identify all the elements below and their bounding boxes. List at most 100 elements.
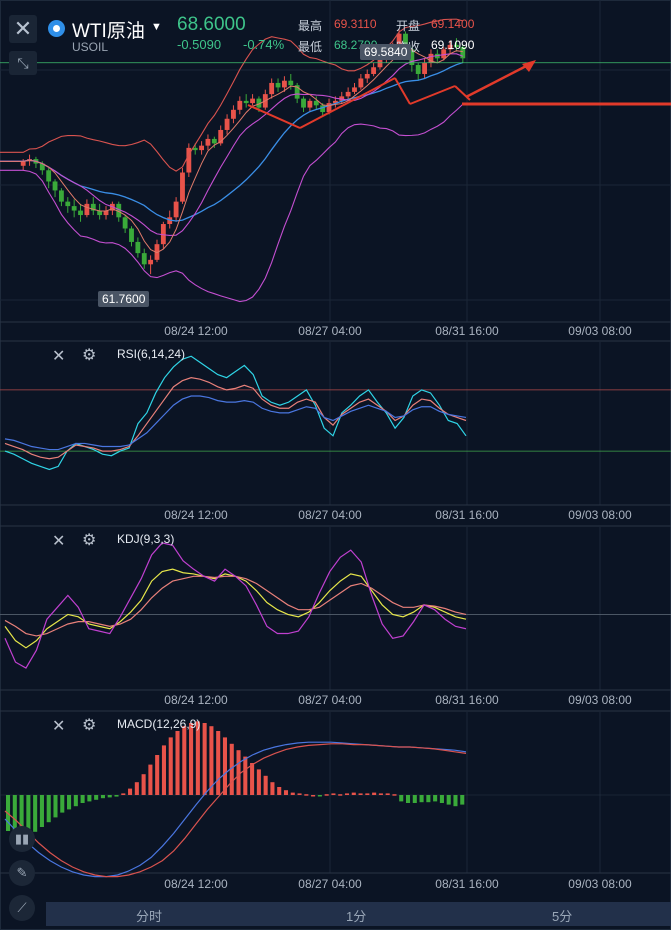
- high-value: 69.3110: [334, 17, 377, 31]
- symbol-name[interactable]: WTI原油: [72, 16, 145, 43]
- candle: [269, 82, 275, 95]
- macd-bar: [256, 769, 261, 795]
- close-icon[interactable]: ✕: [52, 531, 65, 551]
- candle: [211, 138, 217, 144]
- macd-bar: [270, 782, 275, 795]
- price-change-percent: -0.74%: [243, 37, 285, 52]
- candle: [180, 172, 185, 202]
- macd-title: MACD(12,26,9): [117, 717, 201, 731]
- candle: [243, 100, 249, 104]
- macd-dea-line: [4, 743, 467, 878]
- macd-bar: [168, 737, 173, 795]
- macd-bar: [46, 795, 51, 823]
- macd-bar: [53, 795, 58, 818]
- candle: [141, 253, 147, 265]
- bar-chart-icon[interactable]: ▮▮: [9, 826, 35, 852]
- candle: [78, 210, 83, 216]
- x-tick-label: 08/24 12:00: [164, 324, 228, 338]
- macd-bar: [372, 792, 377, 795]
- candle: [192, 147, 198, 151]
- macd-bar: [460, 795, 465, 805]
- candle: [288, 80, 294, 86]
- gear-icon[interactable]: ⚙: [82, 715, 96, 735]
- kdj-line-3: [4, 542, 467, 669]
- macd-bar: [433, 795, 438, 802]
- macd-bar: [148, 764, 153, 795]
- macd-bar: [358, 793, 363, 795]
- x-tick-label: 08/31 16:00: [435, 877, 499, 891]
- gear-icon[interactable]: ⚙: [82, 530, 96, 550]
- macd-bar: [87, 795, 92, 802]
- macd-bar: [182, 726, 187, 795]
- tab-1min[interactable]: 1分: [346, 906, 366, 925]
- candle: [281, 80, 287, 88]
- macd-bar: [365, 793, 370, 795]
- close-icon[interactable]: ✕: [52, 346, 65, 366]
- x-tick-label: 09/03 08:00: [568, 324, 632, 338]
- candle: [352, 87, 357, 92]
- candle: [199, 145, 205, 151]
- macd-bar: [195, 721, 200, 795]
- period-tabs: 分时 1分 5分: [46, 902, 671, 926]
- close-icon[interactable]: ✕: [9, 15, 37, 43]
- macd-bar: [412, 795, 417, 803]
- rsi-title: RSI(6,14,24): [117, 347, 186, 361]
- annotation-arrow-line: [409, 85, 456, 105]
- candle: [58, 190, 64, 202]
- x-tick-label: 09/03 08:00: [568, 508, 632, 522]
- collapse-icon[interactable]: ⤡: [9, 51, 37, 75]
- candle: [415, 65, 421, 74]
- candle: [231, 109, 236, 119]
- candle: [129, 228, 134, 242]
- macd-bar: [107, 795, 112, 798]
- macd-bar: [453, 795, 458, 807]
- candle: [364, 73, 370, 79]
- current-price: 68.6000: [177, 14, 246, 35]
- candle: [135, 241, 141, 254]
- tab-timeshare[interactable]: 分时: [136, 906, 162, 925]
- x-tick-label: 08/31 16:00: [435, 324, 499, 338]
- symbol-logo-icon: [48, 20, 65, 37]
- pencil-icon[interactable]: ✎: [9, 860, 35, 886]
- macd-bar: [202, 723, 207, 795]
- macd-bar: [80, 795, 85, 803]
- macd-bar: [331, 793, 336, 795]
- gear-icon[interactable]: ⚙: [82, 345, 96, 365]
- macd-bar: [378, 793, 383, 795]
- annotation-arrow-line: [454, 85, 471, 101]
- open-label: 开盘: [396, 19, 421, 33]
- macd-bar: [134, 782, 139, 795]
- close-icon[interactable]: ✕: [52, 716, 65, 736]
- candle: [224, 118, 230, 130]
- line-chart-icon[interactable]: ⟋: [9, 895, 35, 921]
- macd-bar: [236, 750, 241, 795]
- macd-bar: [419, 795, 424, 803]
- symbol-code: USOIL: [72, 40, 109, 54]
- x-tick-label: 08/27 04:00: [298, 508, 362, 522]
- kdj-line-2: [4, 575, 467, 637]
- macd-bar: [60, 795, 65, 813]
- macd-bar: [351, 792, 356, 795]
- macd-bar: [426, 795, 431, 803]
- macd-bar: [405, 795, 411, 803]
- macd-bar: [250, 763, 255, 795]
- candle: [275, 82, 281, 88]
- high-label: 最高: [298, 19, 323, 33]
- annotation-arrow-line: [247, 104, 301, 129]
- candle: [205, 138, 211, 146]
- macd-bar: [100, 795, 105, 799]
- annotation-arrow-line: [465, 60, 535, 99]
- kdj-line-1: [4, 568, 467, 649]
- macd-bar: [324, 794, 329, 796]
- chevron-down-icon[interactable]: ▼: [151, 21, 162, 33]
- macd-bar: [114, 795, 119, 797]
- candle: [148, 259, 154, 265]
- macd-bar: [283, 790, 289, 795]
- macd-bar: [121, 793, 126, 795]
- macd-bar: [277, 787, 282, 795]
- max-price-marker: 69.5840: [360, 44, 412, 60]
- close-value: 69.1090: [431, 38, 475, 52]
- tab-5min[interactable]: 5分: [552, 906, 572, 925]
- x-tick-label: 08/24 12:00: [164, 877, 228, 891]
- macd-bar: [297, 793, 302, 795]
